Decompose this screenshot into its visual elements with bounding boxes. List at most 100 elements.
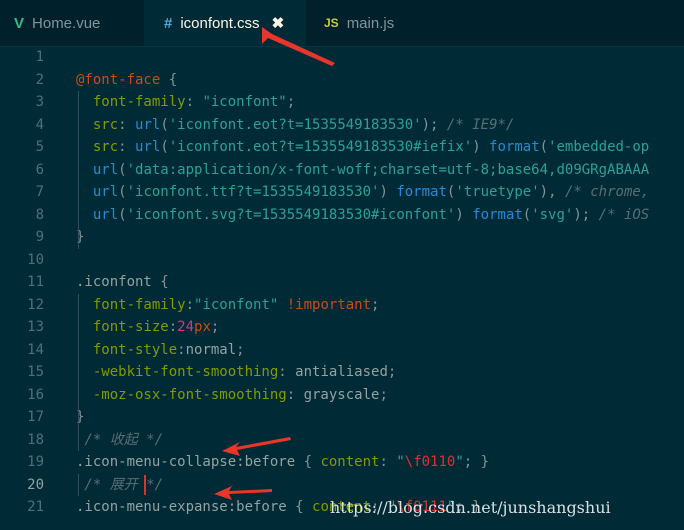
tab-label: Home.vue bbox=[32, 14, 101, 32]
code-line[interactable]: 5 src: url('iconfont.eot?t=1535549183530… bbox=[0, 136, 684, 158]
line-number: 13 bbox=[27, 319, 44, 335]
tab-iconfont-css[interactable]: # iconfont.css ✖ bbox=[144, 0, 306, 46]
code-token: ( bbox=[522, 206, 532, 223]
code-line[interactable]: 18 /* 收起 */ bbox=[0, 429, 684, 451]
code-token: /* IE9*/ bbox=[446, 116, 515, 133]
code-token: src bbox=[76, 116, 119, 133]
code-token: : bbox=[185, 296, 195, 313]
code-token: url bbox=[135, 139, 161, 155]
line-number: 3 bbox=[35, 94, 44, 110]
watermark-text: https://blog.csdn.net/junshangshui bbox=[330, 498, 611, 517]
line-code: src: url('iconfont.eot?t=1535549183530')… bbox=[76, 114, 515, 136]
code-token: ; bbox=[371, 296, 380, 313]
code-token: grayscale bbox=[303, 386, 380, 403]
code-token: : bbox=[278, 364, 296, 380]
line-code: font-family:"iconfont" !important; bbox=[76, 294, 380, 316]
code-token: ) bbox=[455, 206, 473, 223]
code-token: px bbox=[194, 319, 211, 335]
line-code: url('iconfont.svg?t=1535549183530#iconfo… bbox=[76, 204, 649, 226]
code-editor[interactable]: 1 2 @font-face {3 font-family: "iconfont";… bbox=[0, 46, 684, 530]
indent-guide bbox=[78, 473, 79, 496]
line-number: 9 bbox=[35, 229, 44, 245]
code-line[interactable]: 17} bbox=[0, 406, 684, 428]
code-token: font-family bbox=[76, 296, 186, 313]
line-number: 8 bbox=[35, 206, 44, 223]
line-number: 18 bbox=[27, 431, 44, 448]
line-code: url('iconfont.ttf?t=1535549183530') form… bbox=[76, 181, 649, 203]
code-token: 'iconfont.eot?t=1535549183530' bbox=[168, 116, 422, 133]
code-line[interactable]: 1 bbox=[0, 46, 684, 68]
code-token: format bbox=[472, 206, 523, 223]
code-token: @font-face bbox=[76, 71, 161, 88]
tab-home-vue[interactable]: V Home.vue bbox=[0, 0, 144, 46]
code-line[interactable]: 12 font-family:"iconfont" !important; bbox=[0, 294, 684, 316]
code-token: 'iconfont.eot?t=1535549183530#iefix' bbox=[168, 139, 473, 155]
line-number: 5 bbox=[35, 139, 44, 155]
line-code: .iconfont { bbox=[76, 271, 169, 293]
code-token: { bbox=[295, 454, 321, 470]
line-number: 21 bbox=[27, 499, 44, 515]
code-token: -webkit-font-smoothing bbox=[76, 364, 279, 380]
code-line[interactable]: 3 font-family: "iconfont"; bbox=[0, 91, 684, 113]
line-number: 17 bbox=[27, 409, 44, 425]
text-cursor bbox=[144, 474, 146, 495]
tab-main-js[interactable]: JS main.js bbox=[306, 0, 426, 46]
code-line[interactable]: 13 font-size:24px; bbox=[0, 316, 684, 338]
indent-guide bbox=[78, 428, 79, 451]
code-line[interactable]: 11 .iconfont { bbox=[0, 271, 684, 293]
line-code: url('data:application/x-font-woff;charse… bbox=[76, 159, 649, 181]
code-token: format bbox=[489, 139, 540, 155]
code-token: format bbox=[396, 184, 447, 200]
code-line[interactable]: 7 url('iconfont.ttf?t=1535549183530') fo… bbox=[0, 181, 684, 203]
code-token: font-style bbox=[76, 341, 178, 358]
code-line[interactable]: 10 bbox=[0, 249, 684, 271]
code-token: : bbox=[185, 94, 203, 110]
code-line[interactable]: 8 url('iconfont.svg?t=1535549183530#icon… bbox=[0, 204, 684, 226]
code-line[interactable]: 16 -moz-osx-font-smoothing: grayscale; bbox=[0, 384, 684, 406]
code-token: .icon-menu-expanse:before bbox=[76, 499, 287, 515]
code-line[interactable]: 20 /* 展开 */ bbox=[0, 474, 684, 496]
code-line[interactable]: 19 .icon-menu-collapse:before { content: … bbox=[0, 451, 684, 473]
code-token: { bbox=[160, 71, 178, 88]
code-token: antialiased bbox=[295, 364, 388, 380]
code-token: { bbox=[151, 274, 169, 290]
code-token: ( bbox=[539, 139, 549, 155]
code-token: : bbox=[379, 454, 397, 470]
code-line[interactable]: 15 -webkit-font-smoothing: antialiased; bbox=[0, 361, 684, 383]
code-token: " bbox=[455, 454, 464, 470]
line-number: 12 bbox=[27, 296, 44, 313]
code-token: content bbox=[320, 454, 380, 470]
code-token: url bbox=[135, 116, 161, 133]
code-token: /* 收起 */ bbox=[76, 431, 164, 448]
line-code: src: url('iconfont.eot?t=1535549183530#i… bbox=[76, 136, 649, 158]
code-token: 'data:application/x-font-woff;charset=ut… bbox=[126, 161, 650, 178]
code-token: : bbox=[286, 386, 304, 403]
line-code: -moz-osx-font-smoothing: grayscale; bbox=[76, 384, 388, 406]
code-token: { bbox=[286, 499, 313, 515]
code-token: ; bbox=[387, 364, 397, 380]
code-token: 'truetype' bbox=[455, 184, 540, 200]
code-token: ; bbox=[286, 94, 296, 110]
code-line[interactable]: 14 font-style:normal; bbox=[0, 339, 684, 361]
line-code: /* 展开 */ bbox=[76, 474, 163, 496]
line-number: 10 bbox=[27, 251, 44, 268]
close-icon[interactable]: ✖ bbox=[272, 14, 285, 32]
vue-file-icon: V bbox=[14, 14, 25, 32]
code-token: -moz-osx-font-smoothing bbox=[76, 386, 287, 403]
code-line[interactable]: 6 url('data:application/x-font-woff;char… bbox=[0, 159, 684, 181]
line-number: 20 bbox=[27, 476, 44, 493]
code-token: normal bbox=[185, 341, 237, 358]
code-token: 'embedded-op bbox=[548, 139, 650, 155]
code-token: 24 bbox=[177, 319, 195, 335]
line-number: 1 bbox=[35, 49, 44, 65]
code-token: : bbox=[118, 116, 136, 133]
line-number: 11 bbox=[27, 274, 44, 290]
line-number: 15 bbox=[27, 364, 44, 380]
code-line[interactable]: 9} bbox=[0, 226, 684, 248]
line-code: -webkit-font-smoothing: antialiased; bbox=[76, 361, 396, 383]
code-token: ), bbox=[539, 184, 565, 200]
tab-label: iconfont.css bbox=[180, 14, 260, 32]
code-line[interactable]: 4 src: url('iconfont.eot?t=1535549183530… bbox=[0, 114, 684, 136]
code-line[interactable]: 2 @font-face { bbox=[0, 69, 684, 91]
line-code: @font-face { bbox=[76, 69, 177, 91]
